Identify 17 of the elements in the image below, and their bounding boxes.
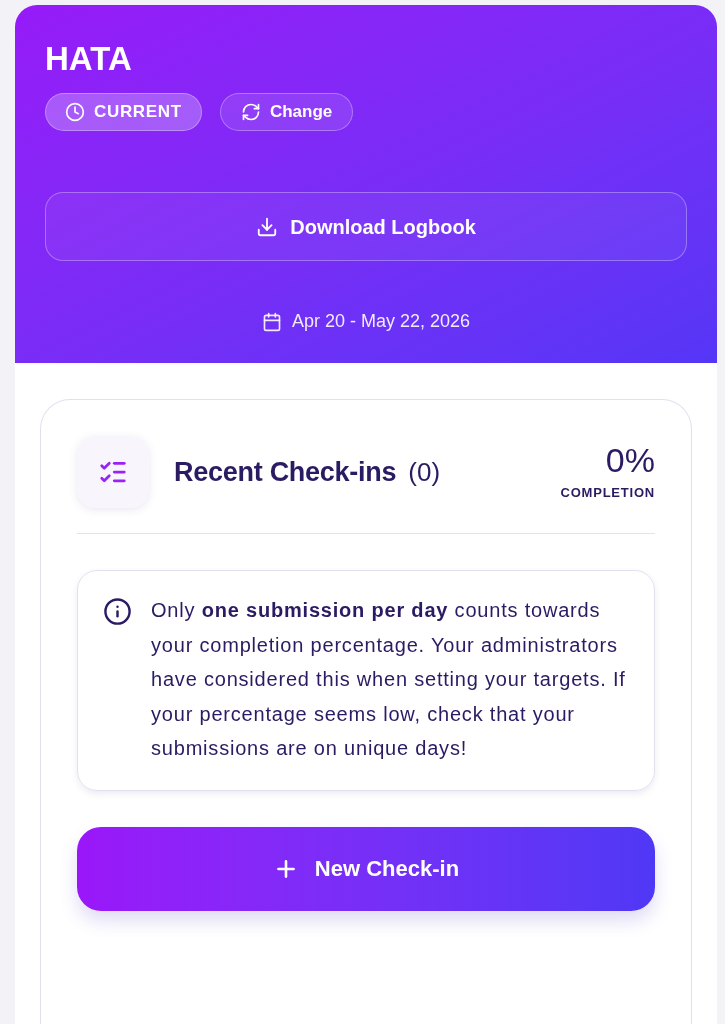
info-icon — [103, 597, 132, 626]
download-logbook-button[interactable]: Download Logbook — [45, 192, 687, 261]
change-button[interactable]: Change — [219, 93, 354, 131]
checklist-icon — [77, 436, 149, 508]
completion-percent: 0% — [605, 441, 655, 480]
section-title: Recent Check-ins — [174, 455, 397, 489]
date-range: Apr 20 - May 22, 2026 — [291, 310, 471, 333]
status-badge: CURRENT — [45, 93, 202, 131]
refresh-icon — [240, 102, 261, 122]
download-icon — [256, 215, 279, 238]
new-checkin-button[interactable]: New Check-in — [77, 826, 655, 911]
calendar-icon — [261, 311, 282, 332]
completion-label: COMPLETION — [560, 484, 655, 503]
clock-icon — [65, 102, 85, 122]
notice-text: Only one submission per day counts towards your completion percentage. Your administrators have considered this when setting your targets. If your percentage seems low, check that your submissions are on unique days! — [151, 598, 627, 761]
page-title: HATA — [45, 39, 132, 79]
checkin-count: (0) — [408, 455, 441, 489]
